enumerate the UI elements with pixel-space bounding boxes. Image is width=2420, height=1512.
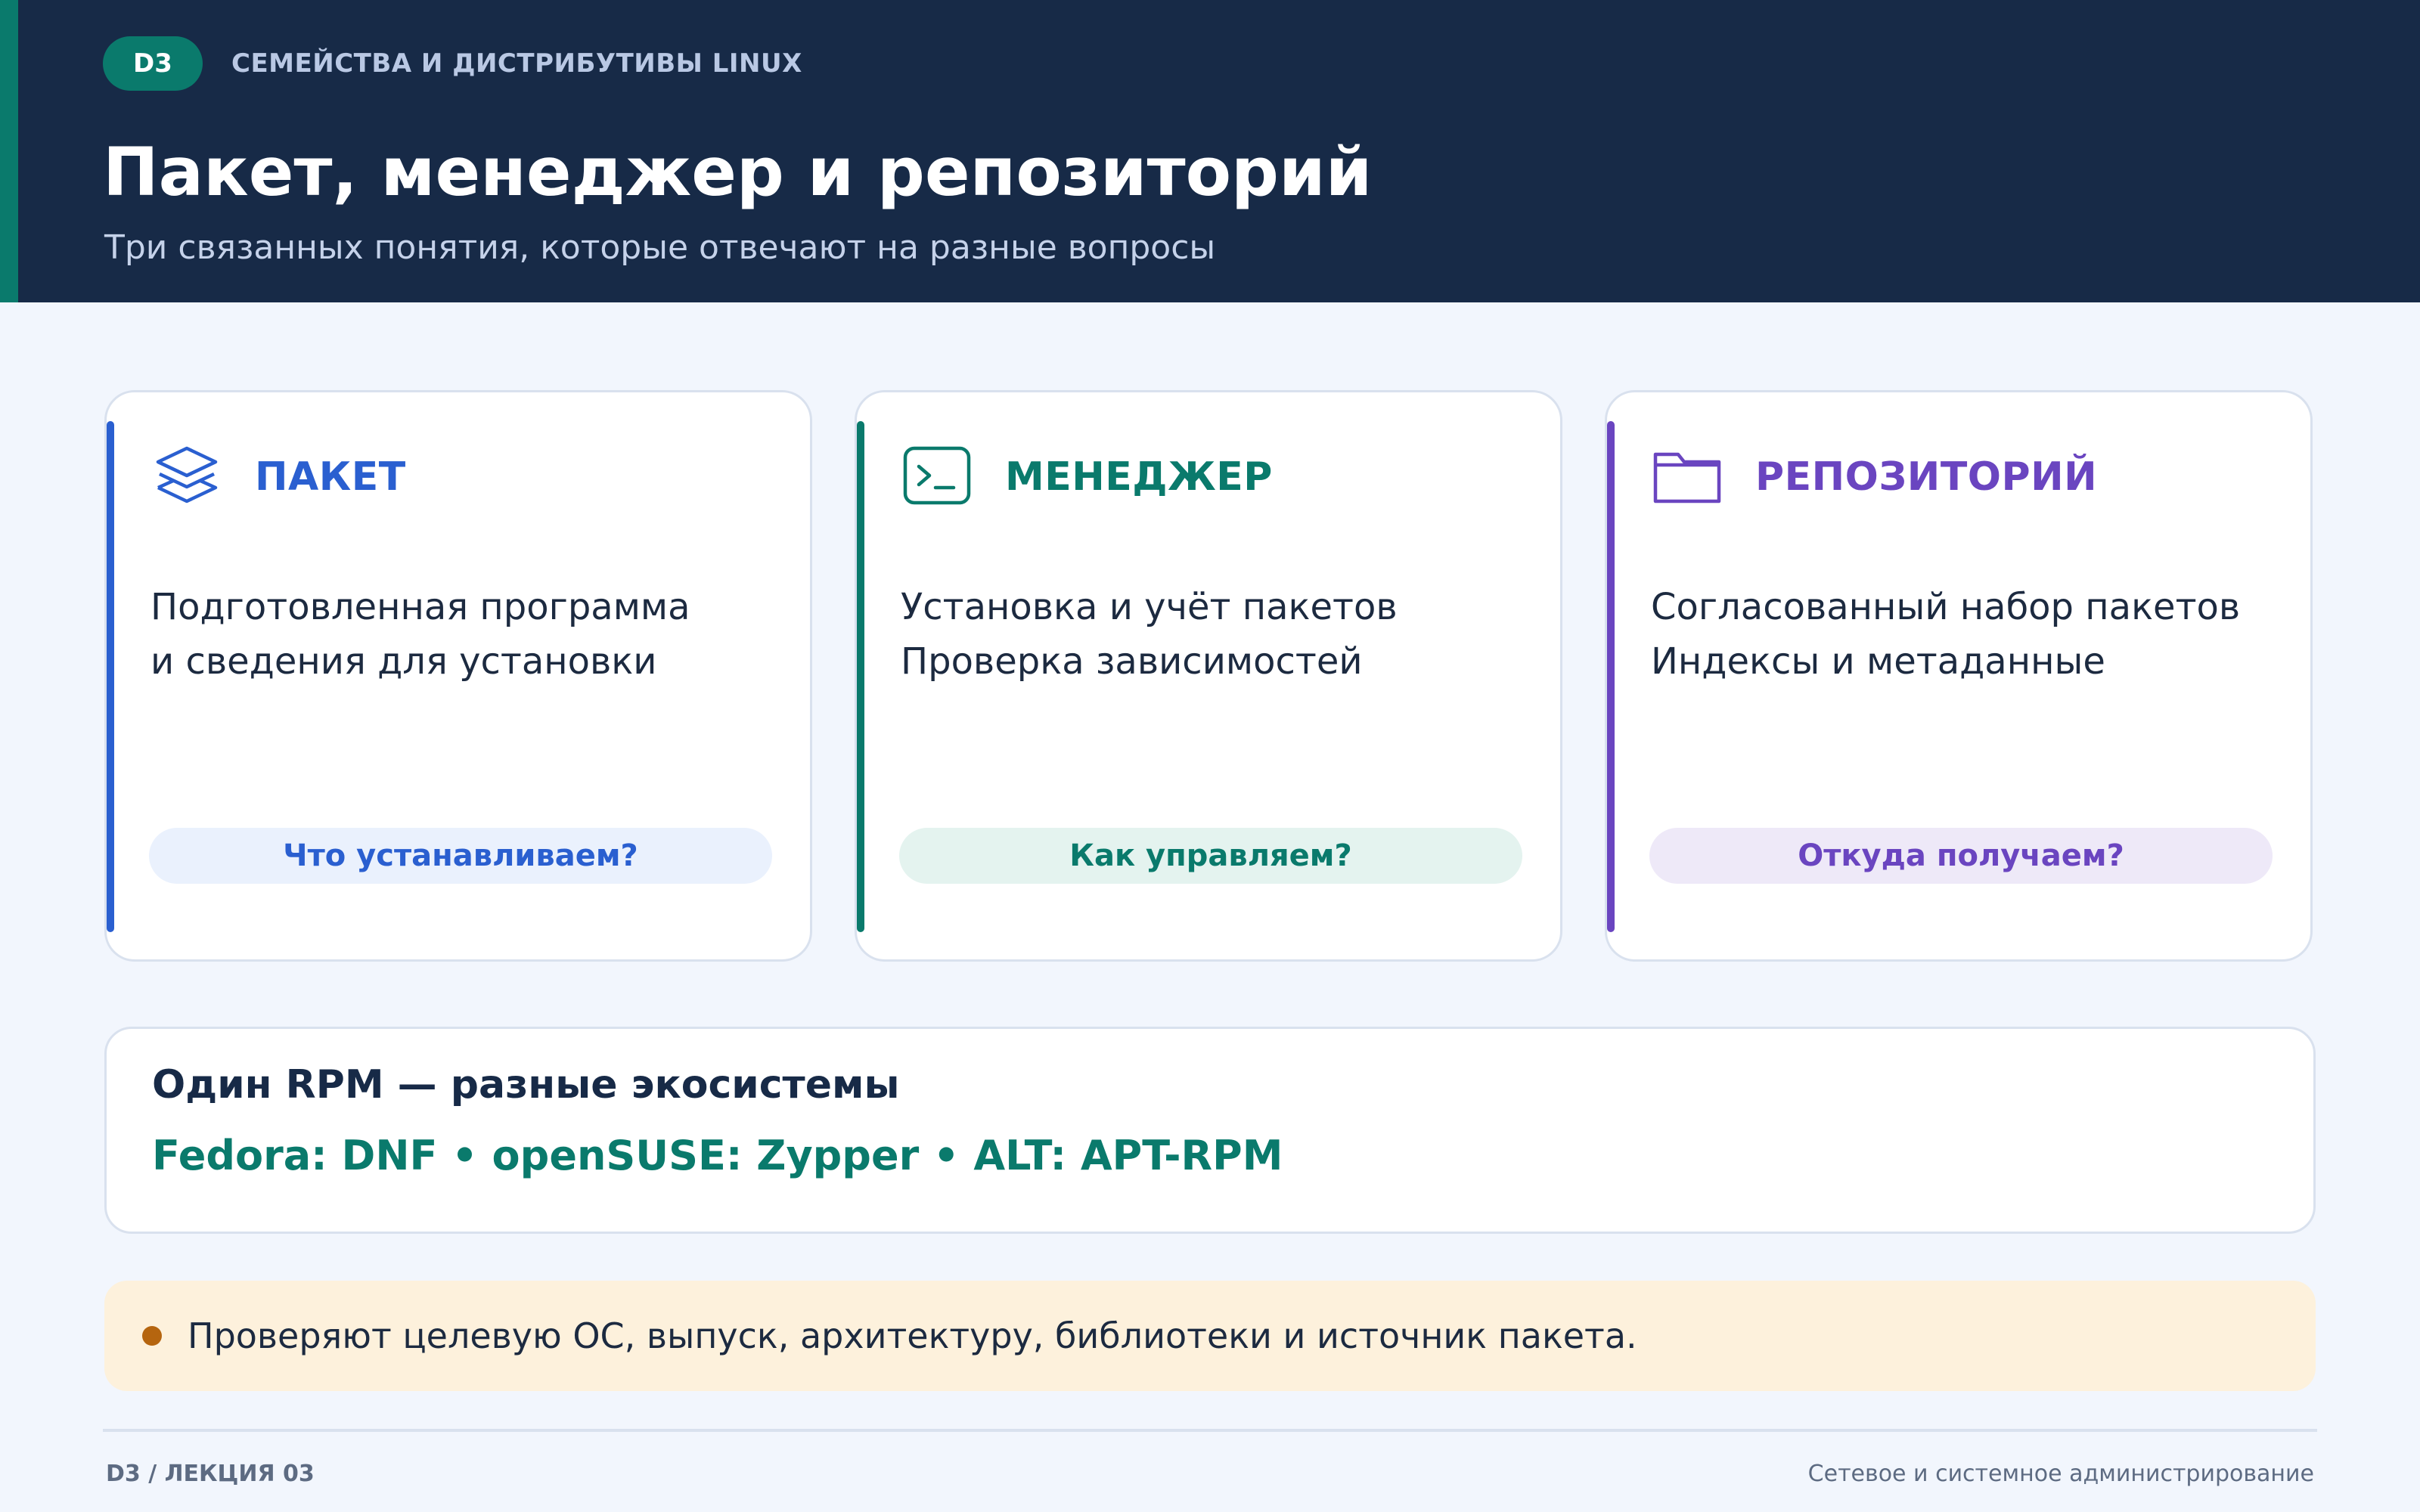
card-package: ПАКЕТ Подготовленная программа и сведени… [104, 390, 812, 962]
card-description-line: Индексы и метаданные [1651, 640, 2105, 683]
card-description-line: Проверка зависимостей [901, 640, 1363, 683]
ecosystems-panel: Один RPM — разные экосистемы Fedora: DNF… [104, 1027, 2316, 1234]
section-badge: D3 [103, 36, 203, 91]
card-accent-bar [857, 421, 864, 932]
bullet-dot-icon [142, 1326, 162, 1346]
section-kicker: СЕМЕЙСТВА И ДИСТРИБУТИВЫ LINUX [231, 48, 802, 79]
card-manager: МЕНЕДЖЕР Установка и учёт пакетов Провер… [855, 390, 1562, 962]
terminal-icon [903, 446, 971, 505]
ecosystems-title: Один RPM — разные экосистемы [152, 1062, 900, 1108]
header-accent-bar [0, 0, 18, 302]
page-subtitle: Три связанных понятия, которые отвечают … [104, 228, 1216, 267]
note-callout: Проверяют целевую ОС, выпуск, архитектур… [104, 1281, 2316, 1391]
footer-divider [103, 1429, 2317, 1432]
header: D3 СЕМЕЙСТВА И ДИСТРИБУТИВЫ LINUX Пакет,… [0, 0, 2420, 302]
card-title: ПАКЕТ [255, 454, 406, 500]
card-question-pill: Откуда получаем? [1649, 828, 2273, 884]
page-title: Пакет, менеджер и репозиторий [103, 133, 1373, 211]
footer-course-name: Сетевое и системное администрирование [1807, 1461, 2314, 1487]
card-question-pill: Что устанавливаем? [149, 828, 772, 884]
card-title: МЕНЕДЖЕР [1005, 454, 1273, 500]
card-description-line: Подготовленная программа [150, 586, 690, 628]
card-description-line: и сведения для установки [150, 640, 657, 683]
footer-lecture-label: D3 / ЛЕКЦИЯ 03 [106, 1461, 315, 1487]
card-accent-bar [107, 421, 114, 932]
card-title: РЕПОЗИТОРИЙ [1755, 454, 2098, 500]
card-question-pill: Как управляем? [899, 828, 1522, 884]
layers-icon [156, 446, 218, 503]
ecosystems-list: Fedora: DNF • openSUSE: Zypper • ALT: AP… [152, 1132, 1283, 1179]
card-repository: РЕПОЗИТОРИЙ Согласованный набор пакетов … [1605, 390, 2313, 962]
folder-icon [1653, 452, 1721, 503]
note-text: Проверяют целевую ОС, выпуск, архитектур… [188, 1315, 1637, 1356]
card-accent-bar [1607, 421, 1615, 932]
card-description-line: Согласованный набор пакетов [1651, 586, 2241, 628]
card-description-line: Установка и учёт пакетов [901, 586, 1398, 628]
